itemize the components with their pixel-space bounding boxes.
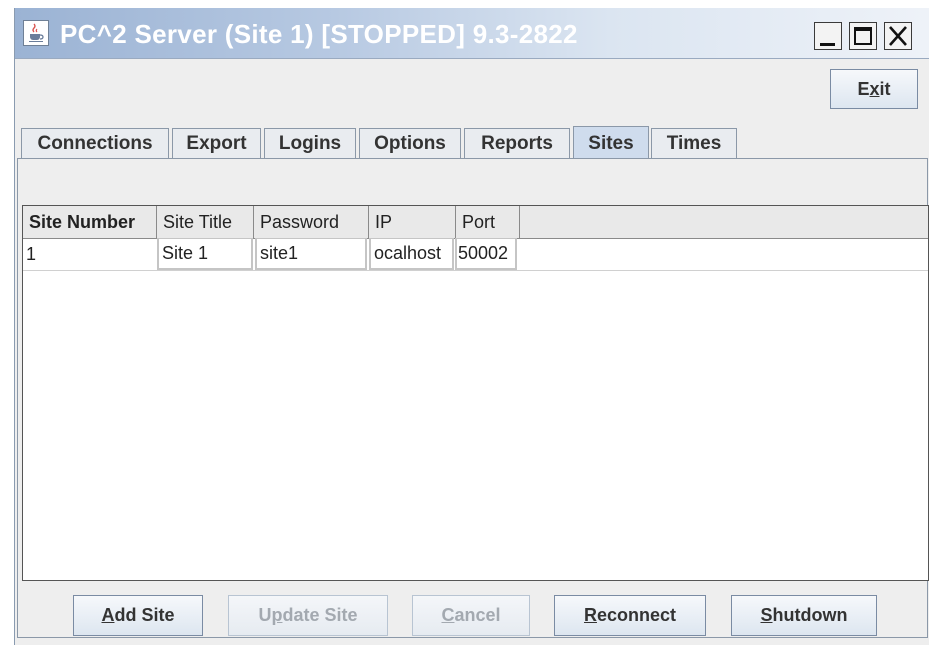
column-header-ip[interactable]: IP: [369, 206, 456, 238]
add-site-button[interactable]: Add Site: [73, 595, 203, 636]
update-site-label-end: date Site: [282, 605, 358, 625]
server-window: PC^2 Server (Site 1) [STOPPED] 9.3-2822 …: [14, 8, 929, 645]
exit-label-end: it: [879, 78, 891, 99]
cell-password[interactable]: site1: [255, 238, 367, 270]
shutdown-button[interactable]: Shutdown: [731, 595, 877, 636]
exit-button[interactable]: Ex it: [830, 69, 918, 109]
cancel-label-mnemonic: C: [441, 605, 455, 625]
exit-label-mnemonic: x: [869, 78, 880, 99]
cancel-label-end: ancel: [454, 605, 501, 625]
tab-options[interactable]: Options: [359, 128, 461, 159]
column-header-port[interactable]: Port: [456, 206, 520, 238]
update-site-label-start: U: [258, 605, 272, 625]
maximize-icon: [854, 27, 872, 45]
reconnect-label-mnemonic: R: [583, 605, 597, 625]
cell-site-number[interactable]: 1: [26, 238, 154, 270]
add-site-label-end: dd Site: [114, 605, 175, 625]
shutdown-label-end: hutdown: [772, 605, 848, 625]
table-row[interactable]: 1 Site 1 site1 ocalhost 50002: [23, 238, 928, 271]
exit-label-start: E: [857, 78, 870, 99]
shutdown-label-mnemonic: S: [760, 605, 773, 625]
close-button[interactable]: [884, 22, 912, 50]
update-site-button[interactable]: Up date Site: [228, 595, 388, 636]
tab-sites[interactable]: Sites: [573, 126, 649, 160]
window-title: PC^2 Server (Site 1) [STOPPED] 9.3-2822: [60, 19, 578, 49]
update-site-label-mnemonic: p: [271, 605, 283, 625]
add-site-label-mnemonic: A: [101, 605, 115, 625]
sites-panel: Site Number Site Title Password IP Port …: [17, 158, 929, 638]
tab-times[interactable]: Times: [651, 128, 737, 159]
cancel-button[interactable]: Cancel: [412, 595, 530, 636]
column-header-site-title[interactable]: Site Title: [157, 206, 254, 238]
cell-site-title[interactable]: Site 1: [157, 238, 253, 270]
button-bar: Add Site Up date Site Cancel Reconnect Sh…: [18, 587, 927, 637]
sites-table: Site Number Site Title Password IP Port …: [22, 205, 929, 581]
close-icon: [889, 26, 907, 46]
tab-logins[interactable]: Logins: [264, 128, 356, 159]
java-coffee-icon: [23, 20, 49, 46]
title-bar[interactable]: PC^2 Server (Site 1) [STOPPED] 9.3-2822: [15, 8, 929, 59]
tab-connections[interactable]: Connections: [21, 128, 169, 159]
tab-export[interactable]: Export: [172, 128, 261, 159]
tab-strip: Connections Export Logins Options Report…: [21, 126, 921, 160]
reconnect-button[interactable]: Reconnect: [554, 595, 706, 636]
tab-reports[interactable]: Reports: [464, 128, 570, 159]
maximize-button[interactable]: [849, 22, 877, 50]
column-header-site-number[interactable]: Site Number: [23, 206, 157, 238]
reconnect-label-end: econnect: [596, 605, 677, 625]
cell-ip[interactable]: ocalhost: [369, 238, 454, 270]
cell-port[interactable]: 50002: [455, 238, 517, 270]
column-header-password[interactable]: Password: [254, 206, 369, 238]
minimize-icon: [820, 43, 835, 46]
minimize-button[interactable]: [814, 22, 842, 50]
table-header: Site Number Site Title Password IP Port: [23, 206, 928, 239]
